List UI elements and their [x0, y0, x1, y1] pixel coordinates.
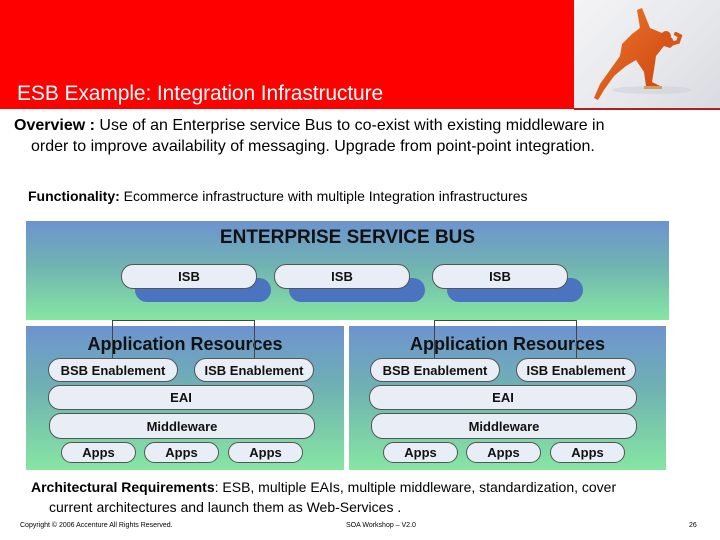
isb-node: ISB	[121, 264, 257, 289]
apps-node: Apps	[228, 442, 303, 463]
functionality-body: Ecommerce infrastructure with multiple I…	[119, 188, 528, 204]
connector-line	[112, 320, 254, 321]
isb-node: ISB	[432, 264, 568, 289]
header-rule	[574, 108, 720, 110]
connector-line	[112, 320, 113, 358]
page-number: 26	[689, 522, 697, 529]
requirements-line-2: current architectures and launch them as…	[49, 499, 402, 515]
functionality-label: Functionality:	[28, 188, 120, 204]
slide-title: ESB Example: Integration Infrastructure	[17, 82, 384, 105]
middleware-layer: Middleware	[49, 413, 315, 439]
overview-line-1: Use of an Enterprise service Bus to co-e…	[94, 117, 605, 134]
skater-icon	[594, 8, 692, 100]
overview-line-2: order to improve availability of messagi…	[31, 138, 595, 155]
connector-line	[434, 320, 576, 321]
architectural-requirements: Architectural Requirements: ESB, multipl…	[31, 477, 711, 517]
eai-layer: EAI	[48, 385, 314, 410]
isb-enablement: ISB Enablement	[194, 358, 314, 382]
esb-title: ENTERPRISE SERVICE BUS	[219, 227, 476, 248]
panel-title: Application Resources	[87, 334, 283, 354]
apps-node: Apps	[144, 442, 219, 463]
panel-title: Application Resources	[409, 334, 606, 354]
speed-skater-image	[574, 0, 720, 108]
requirements-label: Architectural Requirements	[31, 479, 215, 495]
apps-node: Apps	[550, 442, 625, 463]
footer-copyright: Copyright © 2006 Accenture All Rights Re…	[20, 522, 173, 529]
middleware-layer: Middleware	[371, 413, 637, 439]
requirements-line-1: : ESB, multiple EAIs, multiple middlewar…	[214, 479, 617, 495]
connector-line	[576, 320, 577, 358]
connector-line	[434, 320, 435, 358]
bsb-enablement: BSB Enablement	[48, 358, 178, 382]
overview-text: Overview : Use of an Enterprise service …	[14, 115, 714, 157]
apps-node: Apps	[61, 442, 136, 463]
apps-node: Apps	[383, 442, 458, 463]
eai-layer: EAI	[369, 385, 637, 410]
functionality-text: Functionality: Ecommerce infrastructure …	[28, 188, 528, 204]
connector-line	[254, 320, 255, 358]
isb-node: ISB	[274, 264, 410, 289]
bsb-enablement: BSB Enablement	[370, 358, 500, 382]
apps-node: Apps	[466, 442, 541, 463]
isb-enablement: ISB Enablement	[516, 358, 636, 382]
overview-label: Overview :	[14, 117, 95, 134]
footer-title: SOA Workshop – V2.0	[346, 522, 416, 529]
